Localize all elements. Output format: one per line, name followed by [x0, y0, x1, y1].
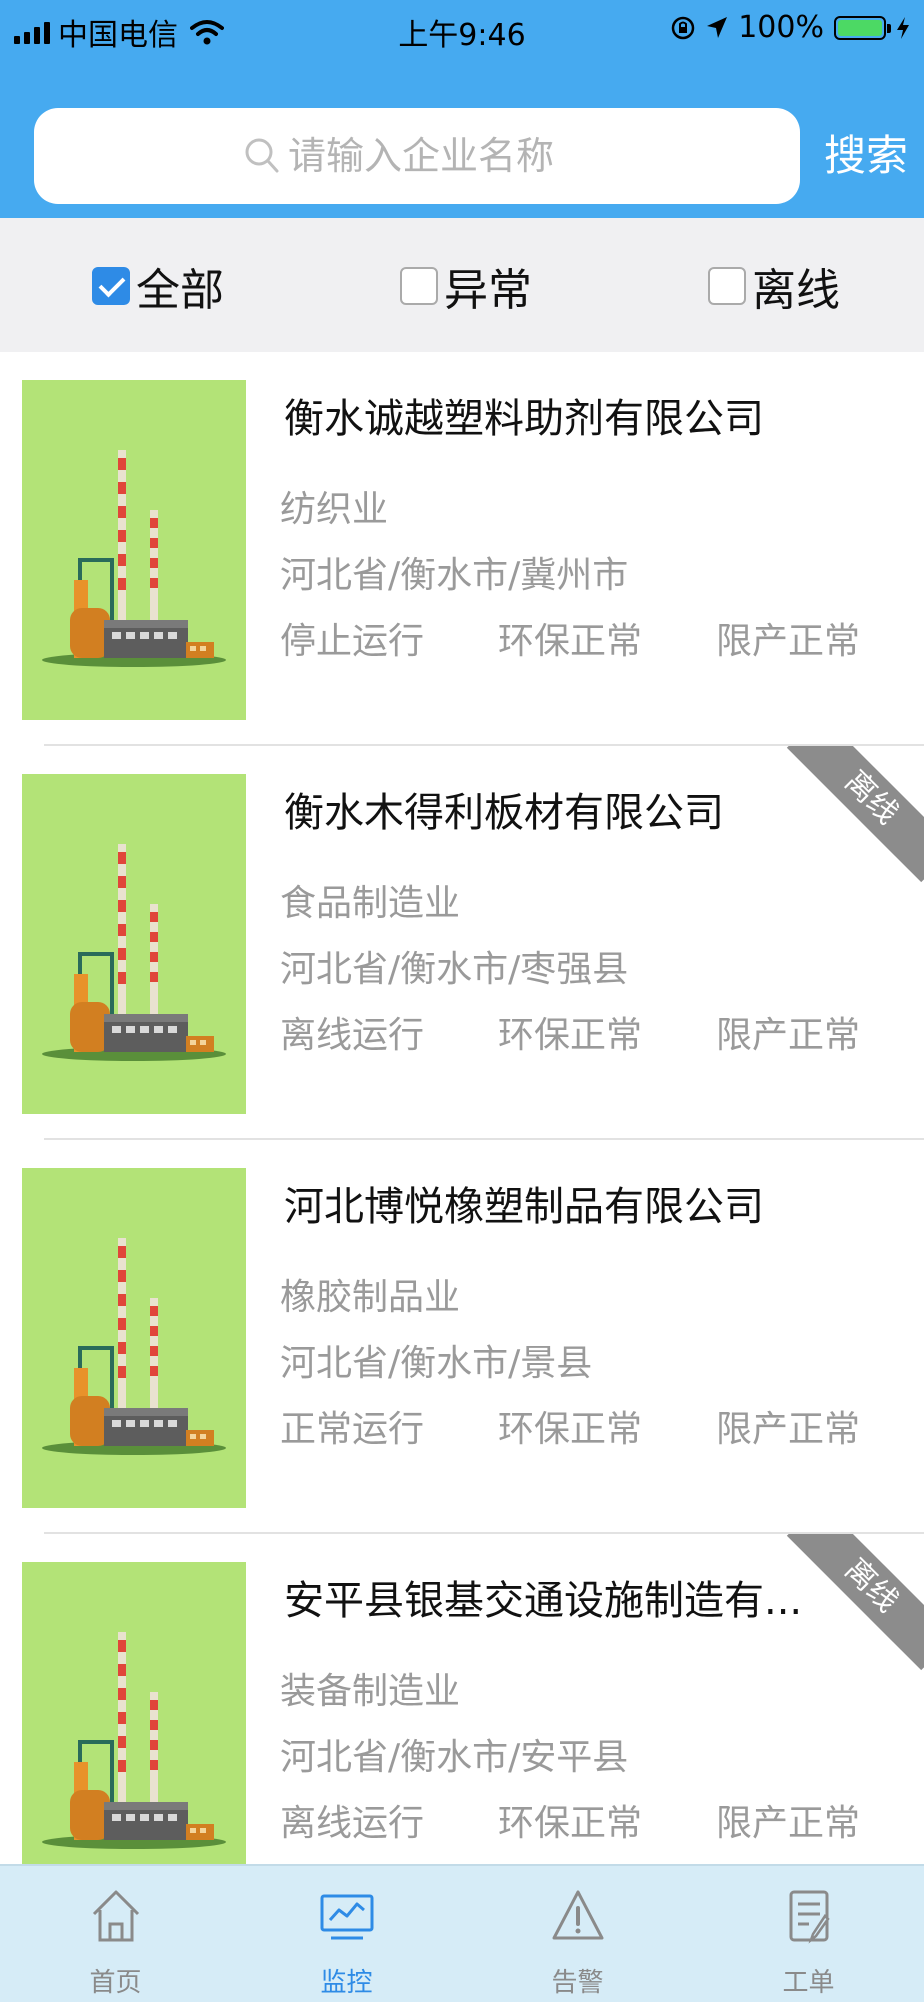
- company-list: 衡水诚越塑料助剂有限公司 纺织业 河北省/衡水市/冀州市 停止运行 环保正常 限…: [0, 352, 924, 1864]
- filter-label: 离线: [752, 265, 840, 316]
- search-input[interactable]: [286, 133, 590, 179]
- factory-illustration: [42, 844, 226, 1061]
- filter-abnormal-checkbox[interactable]: [400, 267, 438, 305]
- company-card[interactable]: 河北博悦橡塑制品有限公司 橡胶制品业 河北省/衡水市/景县 正常运行 环保正常 …: [0, 1140, 924, 1534]
- limit-status: 限产正常: [715, 1015, 860, 1056]
- run-status: 正常运行: [280, 1409, 425, 1450]
- tab-label: 告警: [551, 1968, 604, 1998]
- company-card[interactable]: 衡水诚越塑料助剂有限公司 纺织业 河北省/衡水市/冀州市 停止运行 环保正常 限…: [0, 352, 924, 746]
- location-icon: [707, 16, 728, 38]
- filter-all[interactable]: 全部: [92, 254, 224, 318]
- status-row: 离线运行 环保正常 限产正常: [280, 1794, 860, 1846]
- company-name: 河北博悦橡塑制品有限公司: [284, 1184, 764, 1230]
- tab-bar: 首页 监控 告警 工单: [0, 1864, 924, 2002]
- filter-abnormal[interactable]: 异常: [400, 254, 532, 318]
- company-industry: 橡胶制品业: [280, 1277, 461, 1318]
- rotation-lock-icon: [671, 16, 695, 39]
- company-region: 河北省/衡水市/枣强县: [280, 949, 629, 990]
- search-button[interactable]: 搜索: [824, 122, 908, 183]
- tab-work-order[interactable]: 工单: [693, 1866, 924, 2002]
- env-status: 环保正常: [497, 1015, 642, 1056]
- battery-icon: [834, 15, 891, 40]
- status-row: 离线运行 环保正常 限产正常: [280, 1006, 860, 1058]
- env-status: 环保正常: [497, 621, 642, 662]
- work-order-icon: [789, 1890, 830, 1944]
- tab-label: 首页: [89, 1968, 142, 1998]
- tab-label: 工单: [782, 1968, 835, 1998]
- filter-label: 异常: [444, 265, 532, 316]
- env-status: 环保正常: [497, 1409, 642, 1450]
- tab-monitor[interactable]: 监控: [231, 1866, 462, 2002]
- status-bar: 中国电信 上午9:46 100%: [0, 0, 924, 60]
- monitor-icon: [320, 1894, 373, 1940]
- company-industry: 装备制造业: [280, 1671, 461, 1712]
- app-header: 中国电信 上午9:46 100% 请输入企业名称 搜索: [0, 0, 924, 218]
- company-region: 河北省/衡水市/冀州市: [280, 555, 629, 596]
- run-status: 离线运行: [280, 1803, 425, 1844]
- company-card[interactable]: 衡水木得利板材有限公司 食品制造业 河北省/衡水市/枣强县 离线运行 环保正常 …: [0, 746, 924, 1140]
- search-box[interactable]: [34, 108, 800, 204]
- company-region: 河北省/衡水市/安平县: [280, 1737, 629, 1778]
- company-name: 安平县银基交通设施制造有...: [284, 1578, 803, 1624]
- factory-thumbnail: [22, 380, 246, 720]
- limit-status: 限产正常: [715, 1803, 860, 1844]
- battery-percent: 100%: [738, 10, 824, 45]
- factory-illustration: [42, 450, 226, 667]
- env-status: 环保正常: [497, 1803, 642, 1844]
- run-status: 停止运行: [280, 621, 425, 662]
- status-row: 正常运行 环保正常 限产正常: [280, 1400, 860, 1452]
- filter-bar: 全部 异常 离线: [0, 218, 924, 352]
- filter-offline[interactable]: 离线: [708, 254, 840, 318]
- home-icon: [92, 1890, 139, 1942]
- filter-all-checkbox[interactable]: [92, 267, 130, 305]
- status-row: 停止运行 环保正常 限产正常: [280, 612, 860, 664]
- company-industry: 食品制造业: [280, 883, 461, 924]
- company-name: 衡水木得利板材有限公司: [284, 790, 724, 836]
- company-industry: 纺织业: [280, 489, 389, 530]
- company-region: 河北省/衡水市/景县: [280, 1343, 593, 1384]
- factory-thumbnail: [22, 1168, 246, 1508]
- search-icon: [245, 138, 279, 173]
- factory-thumbnail: [22, 1562, 246, 1864]
- company-card[interactable]: 安平县银基交通设施制造有... 装备制造业 河北省/衡水市/安平县 离线运行 环…: [0, 1534, 924, 1864]
- alert-icon: [552, 1890, 603, 1940]
- tab-home[interactable]: 首页: [0, 1866, 231, 2002]
- factory-thumbnail: [22, 774, 246, 1114]
- tab-label: 监控: [320, 1968, 373, 1998]
- filter-label: 全部: [136, 265, 224, 316]
- factory-illustration: [42, 1238, 226, 1455]
- factory-illustration: [42, 1632, 226, 1849]
- limit-status: 限产正常: [715, 621, 860, 662]
- charging-icon: [897, 16, 909, 39]
- company-name: 衡水诚越塑料助剂有限公司: [284, 396, 764, 442]
- run-status: 离线运行: [280, 1015, 425, 1056]
- limit-status: 限产正常: [715, 1409, 860, 1450]
- tab-alert[interactable]: 告警: [462, 1866, 693, 2002]
- filter-offline-checkbox[interactable]: [708, 267, 746, 305]
